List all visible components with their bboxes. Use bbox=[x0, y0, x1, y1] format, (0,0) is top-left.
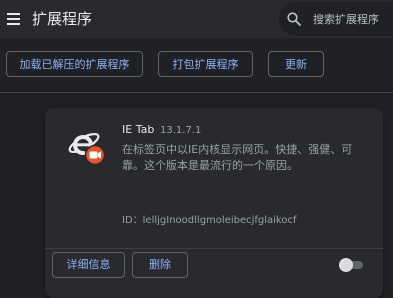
extension-card: IE Tab 13.1.7.1 在标签页中以IE内核显示网页。快捷、强健、可靠。… bbox=[45, 108, 383, 298]
load-unpacked-button[interactable]: 加载已解压的扩展程序 bbox=[6, 51, 143, 77]
extension-version: 13.1.7.1 bbox=[160, 125, 202, 136]
remove-button[interactable]: 删除 bbox=[132, 252, 188, 278]
extension-name: IE Tab bbox=[122, 123, 155, 136]
extension-description: 在标签页中以IE内核显示网页。快捷、强健、可靠。这个版本是最流行的一个原因。 bbox=[122, 143, 353, 172]
hamburger-menu-icon[interactable] bbox=[7, 12, 21, 26]
ie-tab-logo-icon bbox=[68, 132, 106, 166]
toggle-knob bbox=[339, 258, 353, 272]
enable-toggle[interactable] bbox=[339, 258, 365, 272]
top-bar: 扩展程序 bbox=[0, 0, 393, 38]
search-icon[interactable] bbox=[287, 12, 301, 26]
details-button[interactable]: 详细信息 bbox=[52, 252, 125, 278]
search-box[interactable] bbox=[279, 2, 393, 36]
card-divider bbox=[45, 248, 383, 249]
update-button[interactable]: 更新 bbox=[268, 51, 324, 77]
extension-id: ID：lelljgInoodllgmoleibecjfglaikocf bbox=[122, 215, 297, 226]
page-title: 扩展程序 bbox=[32, 10, 93, 28]
pack-extension-button[interactable]: 打包扩展程序 bbox=[158, 51, 253, 77]
search-input[interactable] bbox=[309, 9, 393, 29]
toolbar-divider bbox=[0, 92, 393, 93]
